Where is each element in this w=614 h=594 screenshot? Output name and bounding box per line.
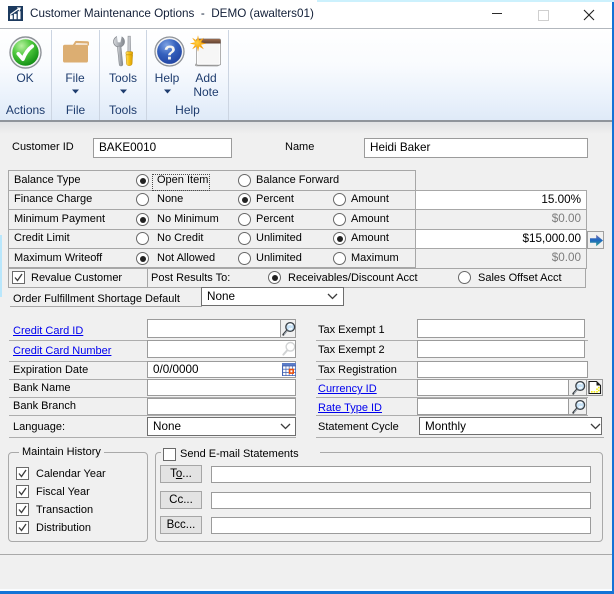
svg-text:?: ?: [164, 43, 176, 65]
